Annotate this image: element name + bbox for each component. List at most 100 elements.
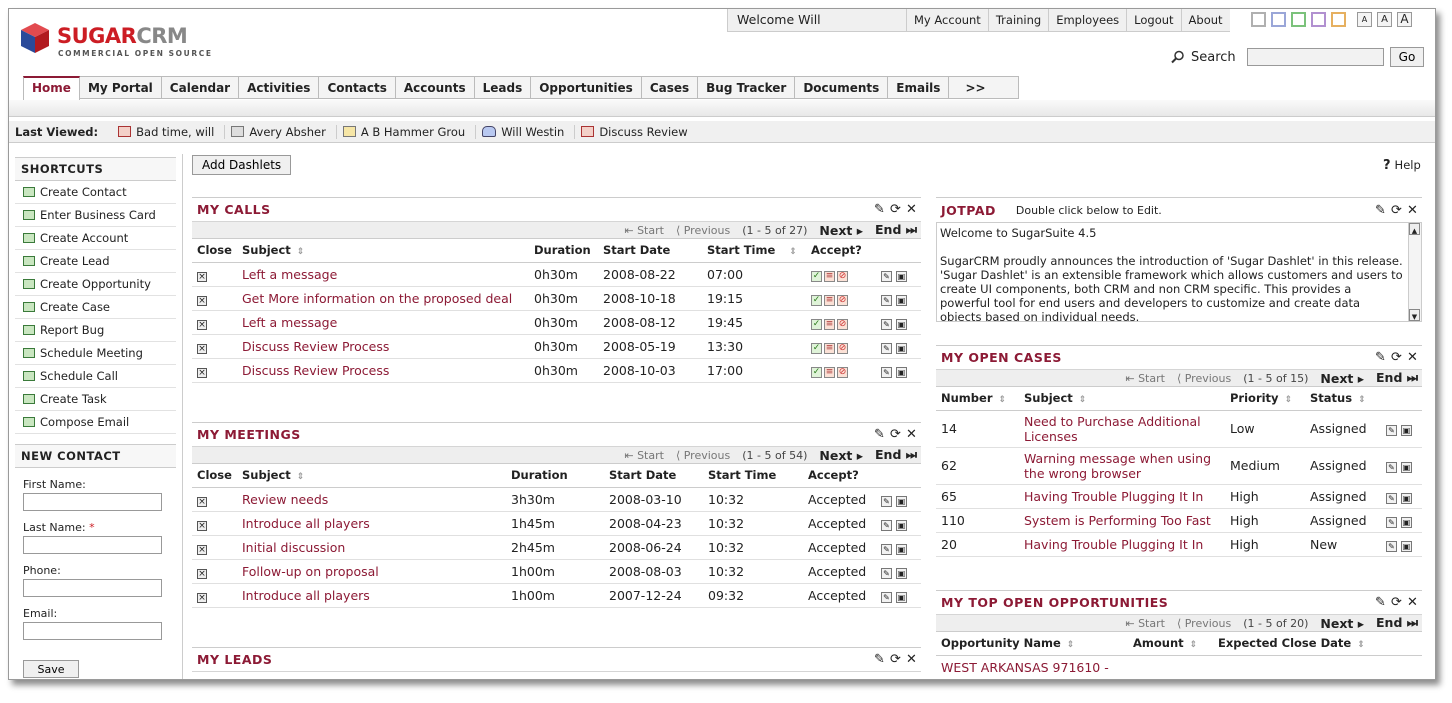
edit-row-icon[interactable]: ✎ xyxy=(1386,540,1397,552)
edit-row-icon[interactable]: ✎ xyxy=(881,543,892,555)
edit-row-icon[interactable]: ✎ xyxy=(881,519,892,531)
close-meeting-icon[interactable]: × xyxy=(197,496,207,507)
theme-swatch-orange[interactable] xyxy=(1331,12,1346,27)
refresh-icon[interactable]: ⟳ xyxy=(889,203,902,216)
shortcut-create-contact[interactable]: Create Contact xyxy=(15,181,176,204)
tab-leads[interactable]: Leads xyxy=(474,76,532,99)
view-row-icon[interactable]: ▣ xyxy=(896,342,907,354)
tab-documents[interactable]: Documents xyxy=(795,76,889,99)
shortcut-create-account[interactable]: Create Account xyxy=(15,227,176,250)
font-size-small-button[interactable]: A xyxy=(1357,12,1372,27)
close-meeting-icon[interactable]: × xyxy=(197,520,207,531)
last-name-field[interactable] xyxy=(23,536,162,554)
case-subject-link[interactable]: Having Trouble Plugging It In xyxy=(1019,532,1225,557)
view-row-icon[interactable]: ▣ xyxy=(1401,540,1412,552)
close-icon[interactable]: ✕ xyxy=(905,428,918,441)
tab-emails[interactable]: Emails xyxy=(888,76,950,99)
col-accept[interactable]: Accept? xyxy=(806,239,876,263)
first-name-field[interactable] xyxy=(23,493,162,511)
meeting-subject-link[interactable]: Review needs xyxy=(237,487,506,512)
close-meeting-icon[interactable]: × xyxy=(197,592,207,603)
training-link[interactable]: Training xyxy=(987,9,1048,31)
col-duration[interactable]: Duration xyxy=(506,464,604,488)
view-row-icon[interactable]: ▣ xyxy=(896,270,907,282)
col-accept[interactable]: Accept? xyxy=(803,464,876,488)
col-close[interactable]: Close xyxy=(192,464,237,488)
logout-link[interactable]: Logout xyxy=(1126,9,1180,31)
edit-row-icon[interactable]: ✎ xyxy=(881,270,892,282)
view-row-icon[interactable]: ▣ xyxy=(896,591,907,603)
search-go-button[interactable]: Go xyxy=(1389,47,1425,67)
view-row-icon[interactable]: ▣ xyxy=(896,495,907,507)
pager-next[interactable]: Next ▸ xyxy=(819,223,863,238)
tentative-icon[interactable]: ≡ xyxy=(824,271,835,282)
close-call-icon[interactable]: × xyxy=(197,271,207,282)
pager-end[interactable]: End ⏭ xyxy=(1376,615,1418,631)
employees-link[interactable]: Employees xyxy=(1048,9,1126,31)
tab-more[interactable]: >> xyxy=(949,76,1019,99)
view-row-icon[interactable]: ▣ xyxy=(896,294,907,306)
meeting-subject-link[interactable]: Introduce all players xyxy=(237,511,506,536)
call-subject-link[interactable]: Left a message xyxy=(237,262,529,287)
view-row-icon[interactable]: ▣ xyxy=(1401,516,1412,528)
refresh-icon[interactable]: ⟳ xyxy=(889,653,902,666)
edit-icon[interactable]: ✎ xyxy=(1374,204,1387,217)
col-subject[interactable]: Subject ⇕ xyxy=(1019,387,1225,411)
my-account-link[interactable]: My Account xyxy=(906,9,988,31)
accept-icon[interactable]: ✓ xyxy=(811,343,822,354)
pager-start[interactable]: ⇤ Start xyxy=(1125,617,1165,630)
shortcut-create-case[interactable]: Create Case xyxy=(15,296,176,319)
edit-row-icon[interactable]: ✎ xyxy=(881,318,892,330)
col-priority[interactable]: Priority ⇕ xyxy=(1225,387,1305,411)
pager-previous[interactable]: ⟨ Previous xyxy=(676,224,730,237)
tab-contacts[interactable]: Contacts xyxy=(319,76,396,99)
col-start-date[interactable]: Start Date xyxy=(598,239,702,263)
edit-icon[interactable]: ✎ xyxy=(873,428,886,441)
tentative-icon[interactable]: ≡ xyxy=(824,319,835,330)
edit-icon[interactable]: ✎ xyxy=(1374,351,1387,364)
refresh-icon[interactable]: ⟳ xyxy=(889,428,902,441)
view-row-icon[interactable]: ▣ xyxy=(896,543,907,555)
edit-row-icon[interactable]: ✎ xyxy=(1386,462,1397,473)
sugarcrm-logo[interactable]: SUGARCRM COMMERCIAL OPEN SOURCE xyxy=(21,23,221,58)
decline-icon[interactable]: ⊘ xyxy=(837,343,848,354)
accept-icon[interactable]: ✓ xyxy=(811,295,822,306)
decline-icon[interactable]: ⊘ xyxy=(837,319,848,330)
pager-end[interactable]: End ⏭ xyxy=(875,222,917,238)
edit-row-icon[interactable]: ✎ xyxy=(881,495,892,507)
about-link[interactable]: About xyxy=(1180,9,1230,31)
decline-icon[interactable]: ⊘ xyxy=(837,271,848,282)
decline-icon[interactable]: ⊘ xyxy=(837,295,848,306)
last-viewed-item[interactable]: A B Hammer Grou xyxy=(335,124,465,139)
meeting-subject-link[interactable]: Follow-up on proposal xyxy=(237,559,506,584)
theme-swatch-blue[interactable] xyxy=(1271,12,1286,27)
phone-field[interactable] xyxy=(23,579,162,597)
case-subject-link[interactable]: Having Trouble Plugging It In xyxy=(1019,484,1225,509)
col-duration[interactable]: Duration xyxy=(529,239,598,263)
pager-end[interactable]: End ⏭ xyxy=(875,447,917,463)
search-input[interactable] xyxy=(1246,48,1384,66)
pager-start[interactable]: ⇤ Start xyxy=(624,449,664,462)
tab-opportunities[interactable]: Opportunities xyxy=(531,76,642,99)
col-start-time[interactable]: Start Time xyxy=(703,464,803,488)
opportunity-name-link[interactable]: WEST ARKANSAS 971610 - xyxy=(936,655,1128,679)
pager-next[interactable]: Next ▸ xyxy=(1320,616,1364,631)
close-icon[interactable]: ✕ xyxy=(1406,204,1419,217)
pager-start[interactable]: ⇤ Start xyxy=(1125,372,1165,385)
help-link[interactable]: ? Help xyxy=(1383,158,1421,173)
call-subject-link[interactable]: Left a message xyxy=(237,310,529,335)
shortcut-schedule-call[interactable]: Schedule Call xyxy=(15,365,176,388)
refresh-icon[interactable]: ⟳ xyxy=(1390,596,1403,609)
case-subject-link[interactable]: Need to Purchase Additional Licenses xyxy=(1019,410,1225,448)
col-number[interactable]: Number ⇕ xyxy=(936,387,1019,411)
edit-row-icon[interactable]: ✎ xyxy=(881,591,892,603)
tentative-icon[interactable]: ≡ xyxy=(824,295,835,306)
tab-my-portal[interactable]: My Portal xyxy=(79,76,162,99)
refresh-icon[interactable]: ⟳ xyxy=(1390,351,1403,364)
accept-icon[interactable]: ✓ xyxy=(811,319,822,330)
close-icon[interactable]: ✕ xyxy=(1406,351,1419,364)
font-size-medium-button[interactable]: A xyxy=(1377,12,1392,27)
pager-start[interactable]: ⇤ Start xyxy=(624,224,664,237)
jotpad-scrollbar[interactable]: ▲ ▼ xyxy=(1408,223,1421,321)
edit-icon[interactable]: ✎ xyxy=(873,653,886,666)
